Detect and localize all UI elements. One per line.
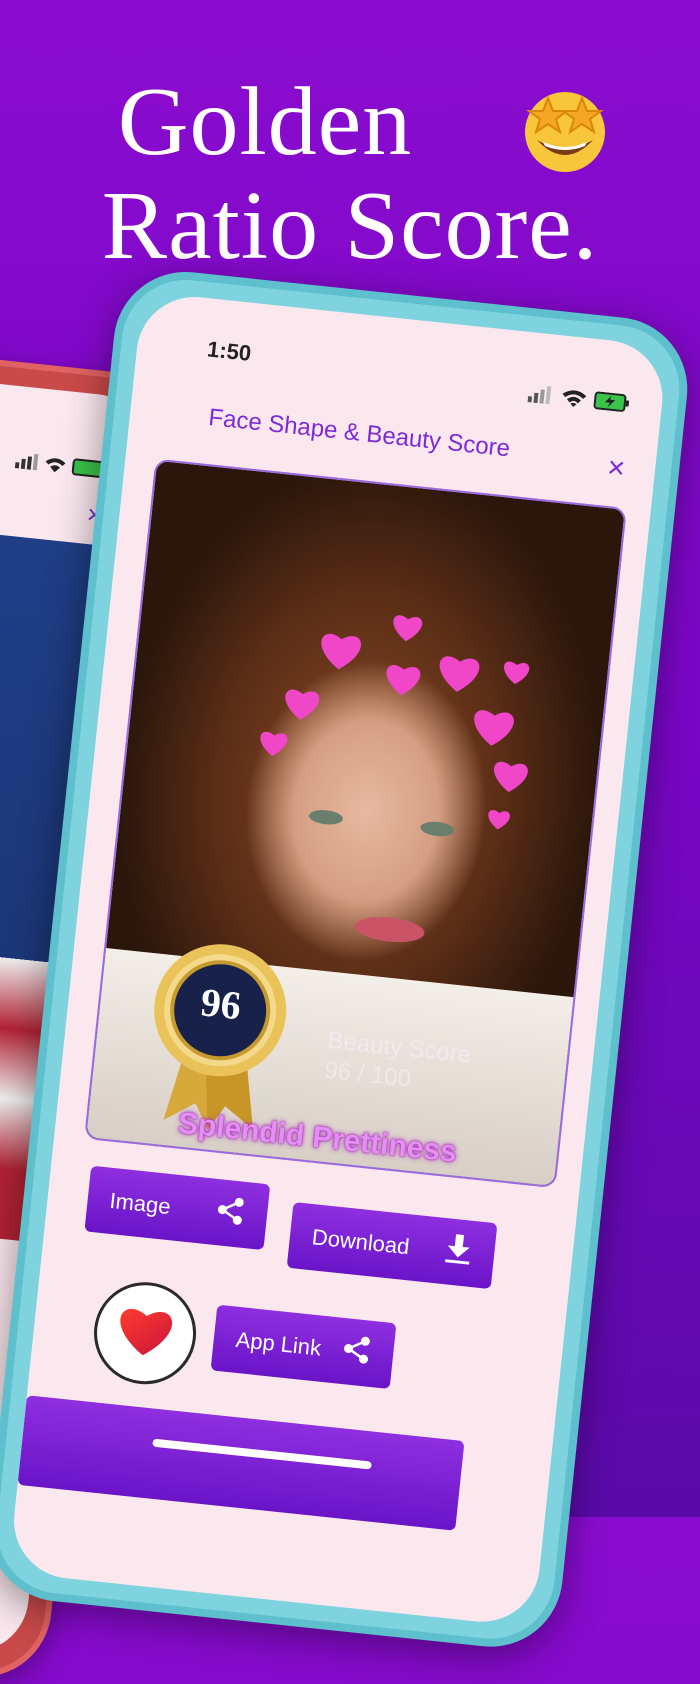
status-bar-icons (527, 384, 631, 418)
front-phone-screen: 1:50 Face Shape & Beauty Score × 96 Beau… (8, 291, 669, 1628)
share-image-label: Image (108, 1187, 172, 1220)
download-label: Download (310, 1224, 411, 1260)
share-icon (213, 1194, 247, 1233)
share-icon (339, 1333, 373, 1372)
back-status-bar (14, 450, 112, 485)
heart-icon (469, 705, 517, 749)
favorite-heart-button[interactable] (88, 1277, 202, 1390)
star-struck-emoji-icon (515, 78, 615, 178)
heart-icon (501, 658, 532, 687)
signal-icon (527, 384, 555, 410)
status-time: 1:50 (205, 336, 253, 366)
photo-lips (353, 913, 426, 946)
heart-icon (486, 807, 512, 831)
photo-eye-left (308, 808, 344, 827)
front-phone-frame: 1:50 Face Shape & Beauty Score × 96 Beau… (0, 264, 695, 1654)
heart-icon (112, 1302, 178, 1365)
portrait-photo: 96 Beauty Score 96 / 100 Splendid Pretti… (84, 458, 627, 1189)
download-button[interactable]: Download (286, 1202, 498, 1290)
heart-icon (316, 629, 364, 673)
wifi-icon (561, 388, 587, 413)
heart-icon (281, 685, 322, 723)
app-link-label: App Link (234, 1326, 323, 1361)
heart-icon (435, 651, 483, 695)
download-icon (442, 1233, 474, 1272)
heart-icon (257, 728, 290, 759)
headline-line-2: Ratio Score. (101, 172, 599, 280)
heart-icon (382, 661, 423, 699)
bottom-image-strip (17, 1395, 465, 1531)
screen-title: Face Shape & Beauty Score (207, 403, 512, 463)
share-app-link-button[interactable]: App Link (210, 1304, 397, 1390)
score-medal-badge: 96 (138, 933, 297, 1137)
close-icon[interactable]: × (606, 451, 627, 487)
heart-icon (390, 611, 425, 644)
heart-icon (490, 757, 531, 795)
share-image-button[interactable]: Image (84, 1165, 271, 1251)
photo-eye-right (419, 820, 455, 838)
battery-icon (593, 391, 631, 418)
